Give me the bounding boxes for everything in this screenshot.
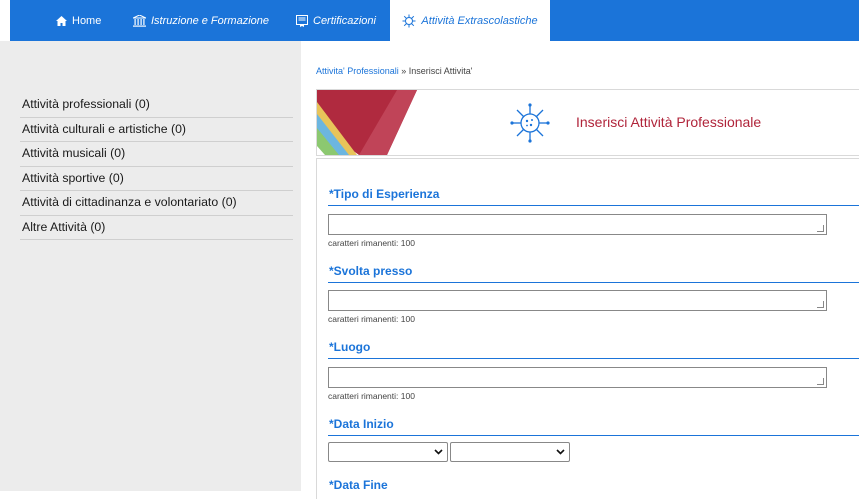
nav-istruzione[interactable]: Istruzione e Formazione [133,0,269,41]
field-divider [328,435,859,436]
nav-home[interactable]: Home [56,0,101,41]
virus-icon [402,14,416,28]
luogo-label: *Luogo [329,340,371,354]
breadcrumb-link[interactable]: Attivita' Professionali [316,66,399,76]
sidebar-item-musicali[interactable]: Attività musicali (0) [20,142,293,167]
nav-istruzione-label: Istruzione e Formazione [151,14,269,27]
chevron-down-icon [434,449,443,455]
breadcrumb: Attivita' Professionali » Inserisci Atti… [316,66,473,76]
nav-attivita-extrascolastiche[interactable]: Attività Extrascolastiche [390,0,550,41]
navbar-bar: Home Istruzione e Formazione Certificazi… [10,0,859,41]
sidebar-item-culturali[interactable]: Attività culturali e artistiche (0) [20,118,293,142]
data-fine-label: *Data Fine [329,478,388,492]
chevron-down-icon [556,449,565,455]
breadcrumb-separator: » [398,66,409,76]
virus-icon [510,103,550,143]
sidebar-item-altre[interactable]: Altre Attività (0) [20,216,293,240]
nav-home-label: Home [72,14,102,27]
field-divider [328,205,859,206]
page-title: Inserisci Attività Professionale [576,114,762,130]
data-inizio-label: *Data Inizio [329,417,394,431]
field-divider [328,282,859,283]
building-icon [133,14,146,27]
nav-attivita-label: Attività Extrascolastiche [421,14,538,27]
top-navbar: Home Istruzione e Formazione Certificazi… [0,0,859,41]
svolta-presso-input[interactable] [328,290,827,311]
tipo-esperienza-hint: caratteri rimanenti: 100 [328,238,415,248]
tipo-esperienza-input[interactable] [328,214,827,235]
svolta-presso-label: *Svolta presso [329,264,413,278]
main-content: Attivita' Professionali » Inserisci Atti… [301,41,859,499]
sidebar-item-sportive[interactable]: Attività sportive (0) [20,167,293,191]
tipo-esperienza-label: *Tipo di Esperienza [329,187,440,201]
svolta-presso-hint: caratteri rimanenti: 100 [328,314,415,324]
nav-certificazioni[interactable]: Certificazioni [296,0,376,41]
banner-graphic [317,90,417,155]
sidebar-list: Attività professionali (0) Attività cult… [20,93,293,240]
sidebar: Attività professionali (0) Attività cult… [0,41,301,491]
breadcrumb-current: Inserisci Attivita' [408,66,473,76]
form-panel: *Tipo di Esperienza caratteri rimanenti:… [316,158,859,499]
data-inizio-month-select[interactable] [328,442,448,462]
sidebar-item-cittadinanza[interactable]: Attività di cittadinanza e volontariato … [20,191,293,216]
luogo-hint: caratteri rimanenti: 100 [328,391,415,401]
page-header: Inserisci Attività Professionale [316,89,859,156]
luogo-input[interactable] [328,367,827,388]
nav-certificazioni-label: Certificazioni [313,14,376,27]
home-icon [56,15,67,26]
field-divider [328,358,859,359]
certificate-icon [296,14,308,27]
sidebar-item-professionali[interactable]: Attività professionali (0) [20,93,293,118]
data-inizio-year-select[interactable] [450,442,570,462]
